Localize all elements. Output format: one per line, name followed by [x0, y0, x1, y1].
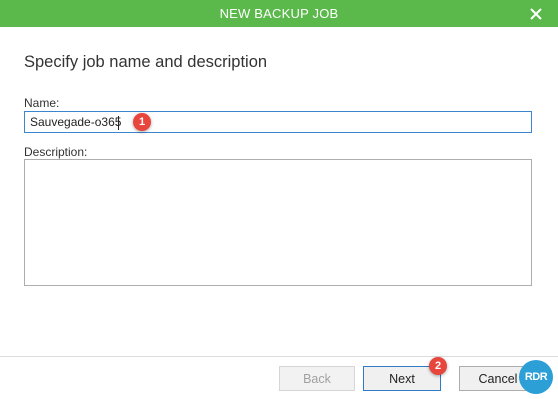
- text-caret: [118, 116, 119, 130]
- step-badge-2: 2: [429, 357, 447, 375]
- page-title: Specify job name and description: [24, 53, 268, 71]
- description-field[interactable]: [24, 159, 532, 286]
- close-button[interactable]: [524, 0, 548, 27]
- back-button[interactable]: Back: [279, 366, 355, 391]
- title-bar: NEW BACKUP JOB: [0, 0, 558, 27]
- window-title: NEW BACKUP JOB: [219, 6, 339, 21]
- description-label: Description:: [24, 145, 88, 159]
- close-icon: [530, 7, 542, 20]
- name-label: Name:: [24, 96, 60, 110]
- step-badge-1: 1: [133, 113, 151, 131]
- footer-divider: [0, 356, 558, 357]
- name-input[interactable]: [24, 111, 532, 133]
- watermark-logo: RDR: [519, 360, 553, 394]
